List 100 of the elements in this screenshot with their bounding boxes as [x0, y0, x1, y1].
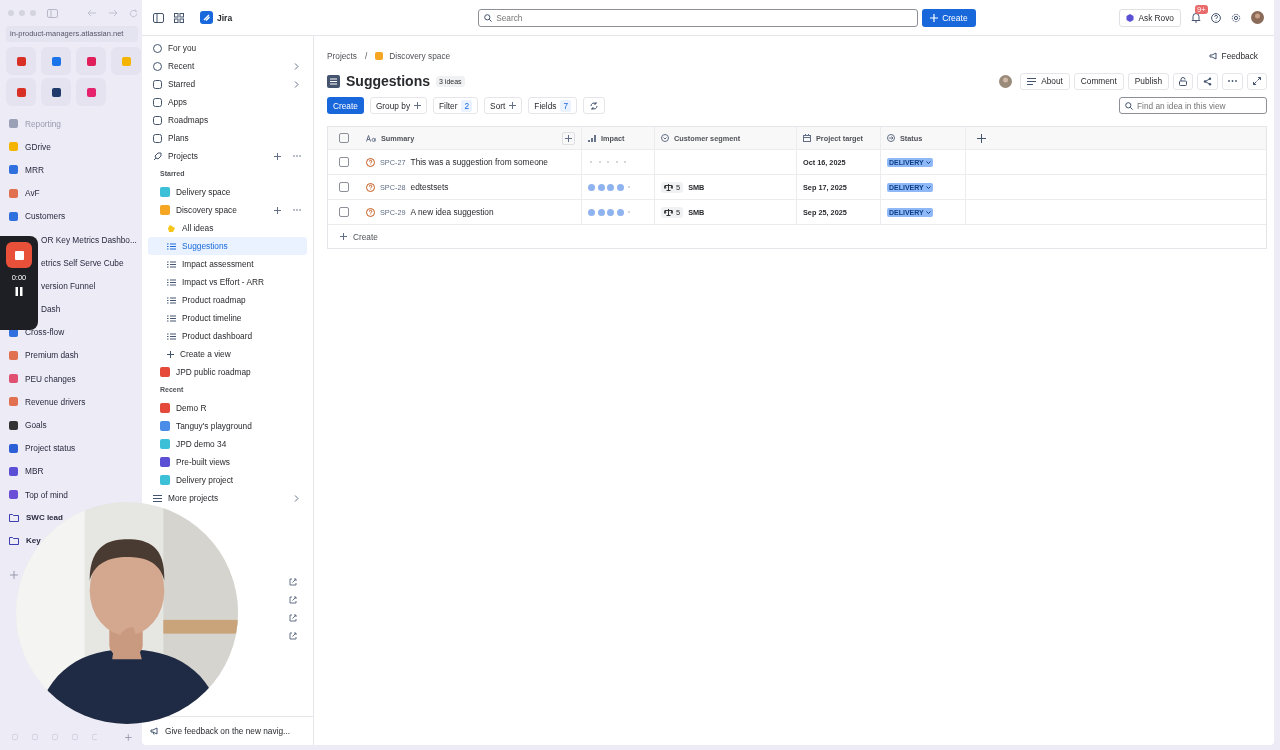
create-row-button[interactable]: Create [340, 231, 378, 242]
search-field[interactable]: Find an idea in this view [1119, 97, 1267, 114]
fields-button[interactable]: Fields 7 [528, 97, 578, 114]
add-icon[interactable] [274, 152, 281, 160]
bookmark-item[interactable]: Cross-flow [25, 327, 65, 338]
row-checkbox[interactable] [339, 207, 349, 217]
pinned-tab[interactable] [6, 47, 36, 75]
bookmark-item[interactable]: OR Key Metrics Dashbo... [41, 234, 137, 245]
external-link-icon[interactable] [289, 578, 297, 586]
idea-summary[interactable]: edtestsets [410, 182, 449, 192]
group-by-button[interactable]: Group by [369, 97, 428, 114]
avatar[interactable] [1251, 11, 1264, 24]
autosort-button[interactable] [583, 97, 606, 114]
view-item[interactable]: Product dashboard [148, 327, 307, 345]
pinned-tab[interactable] [6, 78, 36, 106]
add-column-button[interactable] [562, 131, 575, 145]
bookmark-item[interactable]: AvF [25, 188, 40, 199]
avatar[interactable] [999, 74, 1013, 88]
bookmark-item[interactable]: MRR [25, 164, 44, 175]
project-item[interactable]: Delivery project [148, 471, 307, 489]
external-link-icon[interactable] [289, 596, 297, 604]
create-button[interactable]: Create [327, 97, 364, 114]
bookmark-item[interactable]: Customers [25, 211, 66, 222]
add-icon[interactable] [125, 732, 132, 742]
bookmark-item[interactable]: Goals [25, 420, 47, 431]
chevron-icon[interactable] [294, 62, 299, 70]
select-all-checkbox[interactable] [339, 133, 349, 143]
more-button[interactable] [1222, 72, 1243, 90]
nav-item[interactable]: More projects [148, 489, 307, 507]
feedback-button[interactable]: Feedback [1202, 50, 1264, 62]
row-checkbox[interactable] [339, 182, 349, 192]
project-item[interactable]: Tanguy's playground [148, 417, 307, 435]
breadcrumb-link[interactable]: Discovery space [389, 51, 451, 61]
bookmark-icon [9, 374, 18, 384]
chevron-icon[interactable] [294, 80, 299, 88]
chevron-icon[interactable] [294, 494, 299, 502]
view-item[interactable]: Impact assessment [148, 255, 307, 273]
bookmark-item[interactable]: Dash [41, 304, 61, 315]
row-checkbox[interactable] [339, 157, 349, 167]
view-item[interactable]: Impact vs Effort - ARR [148, 273, 307, 291]
nav-item[interactable]: Starred [148, 75, 307, 93]
bookmark-icon [9, 165, 18, 175]
project-item[interactable]: Delivery space [148, 183, 307, 201]
ask-rovo-button[interactable]: Ask Rovo [1119, 8, 1181, 27]
nav-item[interactable]: For you [148, 39, 307, 57]
nav-item[interactable]: Plans [148, 129, 307, 147]
project-item[interactable]: Demo R [148, 399, 307, 417]
sort-button[interactable]: Sort [484, 97, 523, 114]
bookmark-item[interactable]: MBR [25, 466, 44, 477]
settings-icon[interactable] [1231, 12, 1241, 23]
sidebar-toggle-icon[interactable] [47, 8, 58, 18]
sidebar-toggle-icon[interactable] [153, 12, 164, 23]
idea-summary[interactable]: A new idea suggestion [410, 207, 494, 217]
idea-icon [366, 157, 375, 167]
bookmark-item[interactable]: Top of mind [25, 489, 68, 500]
bookmark-item[interactable]: GDrive [25, 141, 51, 152]
filter-button[interactable]: Filter 2 [433, 97, 479, 114]
external-link-icon[interactable] [289, 632, 297, 640]
app-grid-icon[interactable] [174, 12, 184, 23]
publish-button[interactable]: Publish [1127, 72, 1169, 90]
view-item[interactable]: All ideas [148, 219, 307, 237]
bookmark-item[interactable]: Revenue drivers [25, 396, 86, 407]
bookmark-item[interactable]: PEU changes [25, 373, 76, 384]
project-item[interactable]: JPD public roadmap [148, 363, 307, 381]
stop-button[interactable] [6, 242, 32, 268]
pinned-tab[interactable] [76, 47, 106, 75]
logo-icon[interactable] [200, 11, 213, 24]
breadcrumb-link[interactable]: Projects [327, 51, 357, 61]
add-column-icon[interactable] [976, 133, 986, 143]
share-button[interactable] [1197, 72, 1218, 90]
external-link-icon[interactable] [289, 614, 297, 622]
bookmark-item[interactable]: etrics Self Serve Cube [41, 257, 124, 268]
nav-item[interactable]: Roadmaps [148, 111, 307, 129]
view-item[interactable]: Suggestions [148, 237, 307, 255]
lock-button[interactable] [1173, 72, 1193, 90]
nav-item[interactable]: Apps [148, 93, 307, 111]
help-icon[interactable] [1211, 12, 1221, 23]
bookmark-item[interactable]: Key [26, 536, 41, 546]
bookmark-item[interactable]: Project status [25, 443, 76, 454]
create-button[interactable]: Create [922, 8, 976, 27]
about-button[interactable]: About [1020, 72, 1070, 90]
view-item[interactable]: Product roadmap [148, 291, 307, 309]
view-item[interactable]: Product timeline [148, 309, 307, 327]
nav-item[interactable]: Recent [148, 57, 307, 75]
create-view-link[interactable]: Create a view [148, 345, 307, 363]
add-icon[interactable] [274, 206, 281, 214]
project-item[interactable]: Discovery space [148, 201, 307, 219]
bookmark-item[interactable]: Premium dash [25, 350, 79, 361]
comment-button[interactable]: Comment [1073, 72, 1124, 90]
project-item[interactable]: JPD demo 34 [148, 435, 307, 453]
project-item[interactable]: Pre-built views [148, 453, 307, 471]
bookmark-item[interactable]: version Funnel [41, 280, 96, 291]
notification-icon[interactable] [1191, 12, 1201, 23]
expand-button[interactable] [1247, 72, 1267, 90]
pinned-tab[interactable] [41, 78, 71, 106]
bookmark-item[interactable]: SWC lead [26, 513, 63, 523]
search-field[interactable]: Search [478, 8, 919, 27]
idea-summary[interactable]: This was a suggestion from someone [410, 157, 548, 167]
nav-item[interactable]: Projects [148, 147, 307, 165]
pause-icon[interactable] [15, 287, 23, 296]
